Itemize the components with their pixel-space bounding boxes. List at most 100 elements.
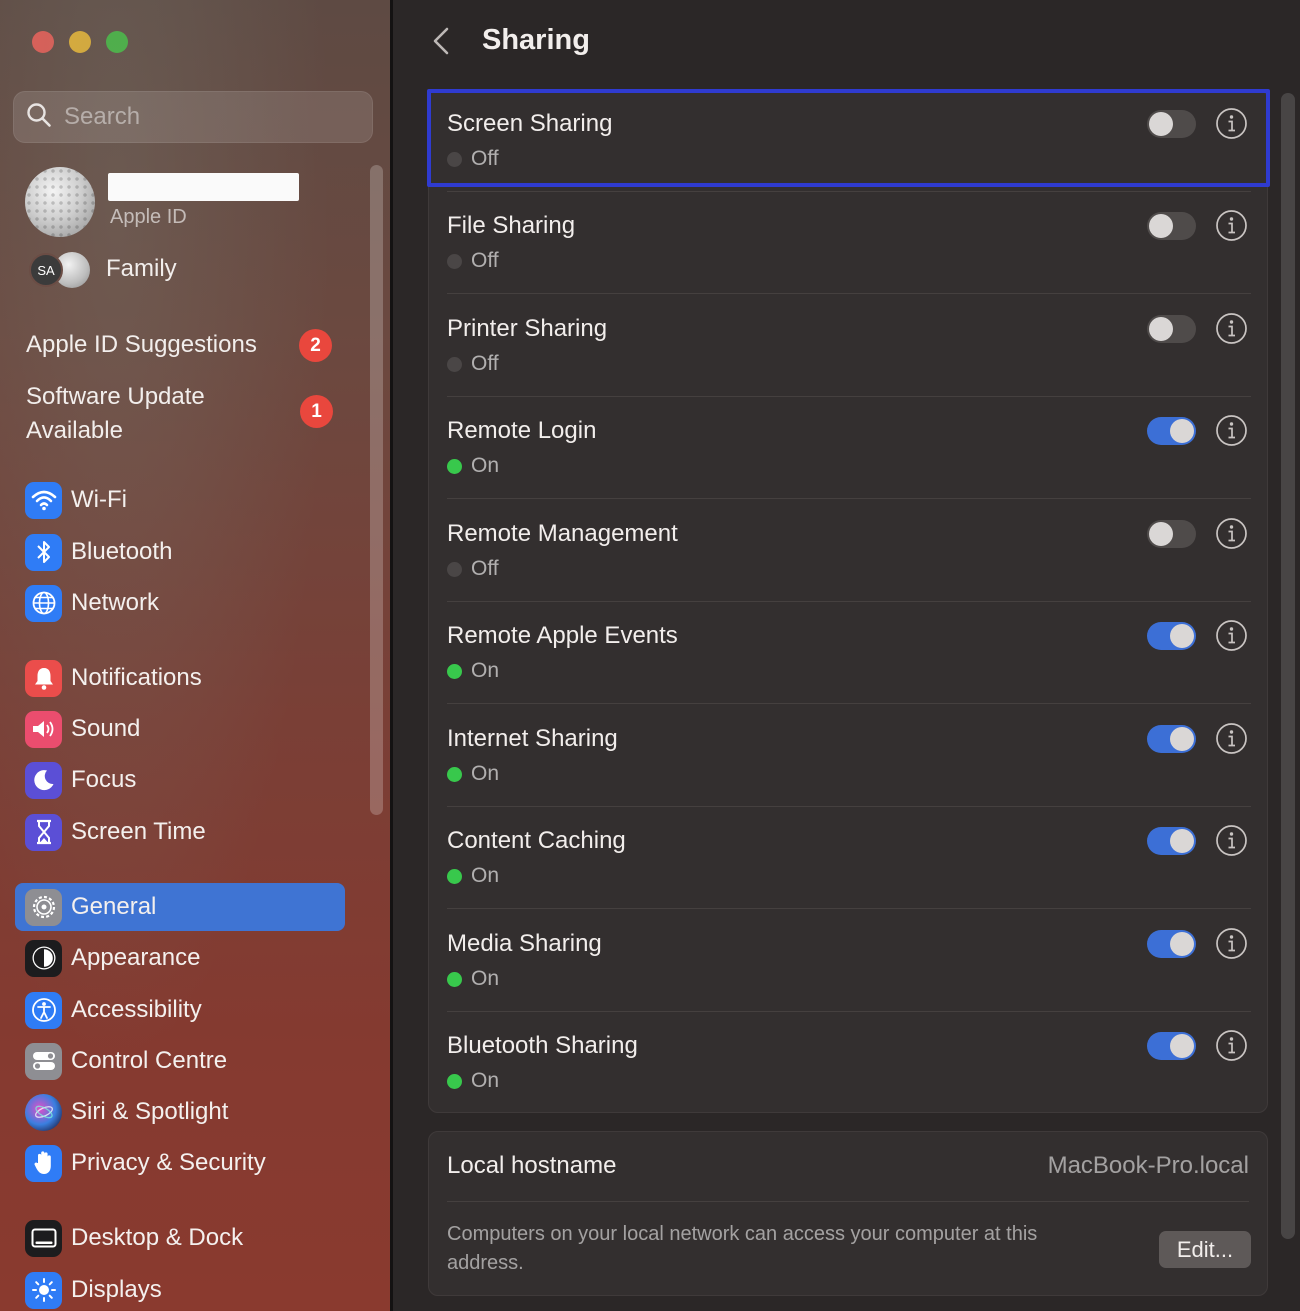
remote-management-toggle[interactable] (1147, 520, 1196, 548)
sidebar-item-displays[interactable]: Displays (15, 1266, 345, 1311)
bluetooth-sharing-toggle[interactable] (1147, 1032, 1196, 1060)
sidebar-item-general[interactable]: General (15, 883, 345, 931)
status-text: Off (471, 352, 499, 375)
chevron-left-icon (433, 27, 449, 55)
internet-sharing-toggle[interactable] (1147, 725, 1196, 753)
remote-login-toggle[interactable] (1147, 417, 1196, 445)
sidebar-item-desktop-dock[interactable]: Desktop & Dock (15, 1214, 345, 1262)
info-icon (1216, 415, 1247, 446)
service-row-content-caching: Content Caching On (429, 807, 1269, 909)
status-dot-icon (447, 868, 462, 884)
status-text: On (471, 864, 500, 887)
family-avatar-1: SA (29, 253, 63, 287)
control-centre-icon (25, 1042, 62, 1080)
sidebar-item-accessibility[interactable]: Accessibility (15, 986, 345, 1034)
sidebar-item-wifi[interactable]: Wi-Fi (15, 476, 345, 524)
file-sharing-toggle[interactable] (1147, 212, 1196, 240)
services-list: Screen Sharing Off File Sharing Off Prin… (428, 89, 1268, 1113)
apple-id-avatar[interactable] (25, 167, 95, 237)
status-text: Off (471, 557, 499, 580)
remote-apple-events-toggle[interactable] (1147, 622, 1196, 650)
info-icon (1216, 723, 1247, 754)
toggle-knob (1149, 214, 1173, 238)
sidebar-item-bluetooth[interactable]: Bluetooth (15, 528, 345, 576)
zoom-window-button[interactable] (106, 31, 128, 53)
status-text: On (471, 659, 500, 682)
sidebar-item-appearance[interactable]: Appearance (15, 934, 345, 982)
suggestions-badge: 2 (299, 329, 332, 362)
row-divider (447, 498, 1251, 499)
service-status: On (447, 864, 499, 888)
media-sharing-toggle[interactable] (1147, 930, 1196, 958)
sidebar-item-privacy-security[interactable]: Privacy & Security (15, 1139, 345, 1187)
printer-sharing-toggle[interactable] (1147, 315, 1196, 343)
hostname-description: Computers on your local network can acce… (447, 1223, 1038, 1274)
service-title: Bluetooth Sharing (447, 1032, 638, 1059)
file-sharing-info-button[interactable] (1215, 209, 1248, 242)
sidebar-item-sound[interactable]: Sound (15, 705, 345, 753)
service-status: Off (447, 352, 499, 376)
remote-management-info-button[interactable] (1215, 517, 1248, 550)
page-title: Sharing (482, 24, 590, 56)
screen-sharing-info-button[interactable] (1215, 107, 1248, 140)
minimize-window-button[interactable] (69, 31, 91, 53)
sidebar-item-control-centre[interactable]: Control Centre (15, 1037, 345, 1085)
service-status: Off (447, 147, 499, 171)
search-field[interactable] (13, 91, 373, 143)
service-title: Media Sharing (447, 930, 602, 957)
info-icon (1216, 108, 1247, 139)
status-dot-icon (447, 663, 462, 679)
status-dot-icon (447, 561, 462, 577)
service-row-file-sharing: File Sharing Off (429, 192, 1269, 294)
status-dot-icon (447, 356, 462, 372)
sidebar-item-label: Wi-Fi (71, 486, 127, 513)
sidebar-item-screen-time[interactable]: Screen Time (15, 808, 345, 856)
service-row-remote-login: Remote Login On (429, 397, 1269, 499)
sidebar-item-focus[interactable]: Focus (15, 756, 345, 804)
info-icon (1216, 210, 1247, 241)
internet-sharing-info-button[interactable] (1215, 722, 1248, 755)
sidebar-item-network[interactable]: Network (15, 579, 345, 627)
screen-sharing-toggle[interactable] (1147, 110, 1196, 138)
family-item[interactable]: Family (106, 255, 177, 283)
toggle-knob (1170, 1034, 1194, 1058)
service-title: Printer Sharing (447, 315, 608, 342)
info-icon (1216, 518, 1247, 549)
sidebar-item-siri-spotlight[interactable]: Siri & Spotlight (15, 1088, 345, 1136)
media-sharing-info-button[interactable] (1215, 927, 1248, 960)
apple-id-suggestions-item[interactable]: Apple ID Suggestions (26, 331, 257, 359)
printer-sharing-info-button[interactable] (1215, 312, 1248, 345)
sidebar-item-label: General (71, 893, 157, 920)
status-text: On (471, 454, 500, 477)
sidebar-item-label: Network (71, 589, 160, 616)
status-text: On (471, 967, 500, 990)
content-caching-info-button[interactable] (1215, 824, 1248, 857)
apple-id-label: Apple ID (110, 206, 187, 228)
bluetooth-sharing-info-button[interactable] (1215, 1029, 1248, 1062)
sidebar-item-label: Bluetooth (71, 538, 173, 565)
remote-login-info-button[interactable] (1215, 414, 1248, 447)
sidebar-item-label: Control Centre (71, 1047, 228, 1074)
row-divider (447, 703, 1251, 704)
sidebar-item-label: Desktop & Dock (71, 1224, 244, 1251)
main-scrollbar[interactable] (1281, 93, 1295, 1239)
info-icon (1216, 620, 1247, 651)
service-status: On (447, 967, 499, 991)
toggle-knob (1170, 419, 1194, 443)
close-window-button[interactable] (32, 31, 54, 53)
service-row-internet-sharing: Internet Sharing On (429, 705, 1269, 807)
status-dot-icon (447, 766, 462, 782)
sharing-pane: Sharing Screen Sharing Off File Sharing … (393, 0, 1300, 1311)
search-input[interactable] (64, 103, 354, 131)
back-button[interactable] (428, 24, 458, 58)
hostname-value: MacBook-Pro.local (1047, 1152, 1249, 1179)
edit-hostname-button[interactable]: Edit... (1159, 1231, 1251, 1268)
sidebar-item-notifications[interactable]: Notifications (15, 654, 345, 702)
service-title: Screen Sharing (447, 110, 613, 137)
software-update-item[interactable]: Software Update Available (26, 380, 276, 448)
info-icon (1216, 825, 1247, 856)
remote-apple-events-info-button[interactable] (1215, 619, 1248, 652)
sidebar-scrollbar[interactable] (370, 165, 383, 815)
content-caching-toggle[interactable] (1147, 827, 1196, 855)
account-name-redacted[interactable] (108, 173, 299, 201)
